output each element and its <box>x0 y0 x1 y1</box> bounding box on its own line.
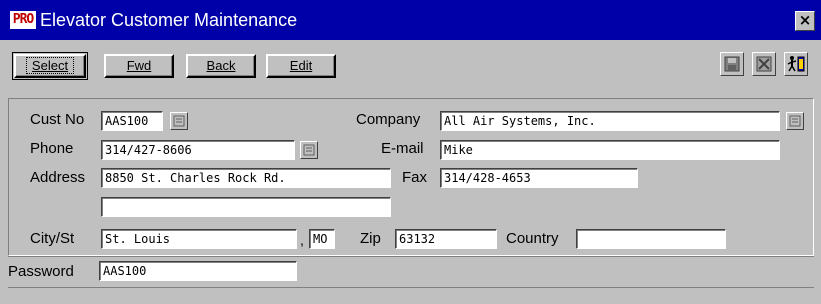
company-field[interactable]: All Air Systems, Inc. <box>440 111 780 131</box>
cust-no-lookup-icon[interactable] <box>170 112 188 130</box>
back-button-label: Back <box>206 58 236 73</box>
phone-field[interactable]: 314/427-8606 <box>101 140 295 160</box>
email-field[interactable]: Mike <box>440 140 780 160</box>
save-icon[interactable] <box>720 52 744 76</box>
select-button[interactable]: Select <box>12 52 88 80</box>
exit-icon[interactable] <box>784 52 808 76</box>
select-button-label: Select <box>31 58 69 73</box>
phone-lookup-icon[interactable] <box>300 141 318 159</box>
password-field[interactable]: AAS100 <box>99 261 297 281</box>
city-st-label: City/St <box>30 230 75 247</box>
edit-button[interactable]: Edit <box>266 54 336 78</box>
city-state-separator: , <box>300 232 304 248</box>
zip-label: Zip <box>360 230 381 247</box>
app-logo-icon: PRO <box>10 11 36 29</box>
password-label: Password <box>8 263 74 280</box>
window-title: Elevator Customer Maintenance <box>40 10 298 30</box>
address-line1-field[interactable]: 8850 St. Charles Rock Rd. <box>101 168 391 188</box>
edit-button-label: Edit <box>289 58 313 73</box>
country-field[interactable] <box>576 229 726 249</box>
email-label: E-mail <box>381 140 424 157</box>
state-field[interactable]: MO <box>309 229 335 249</box>
address-line2-field[interactable] <box>101 197 391 217</box>
cust-no-label: Cust No <box>30 111 85 128</box>
back-button[interactable]: Back <box>186 54 256 78</box>
fwd-button[interactable]: Fwd <box>104 54 174 78</box>
zip-field[interactable]: 63132 <box>395 229 497 249</box>
title-bar: PRO Elevator Customer Maintenance × <box>0 0 821 40</box>
toolbar: Select Fwd Back Edit <box>0 40 821 94</box>
elevator-customer-maintenance-window: PRO Elevator Customer Maintenance × Sele… <box>0 0 821 304</box>
cancel-icon[interactable] <box>752 52 776 76</box>
close-button[interactable]: × <box>795 11 815 31</box>
country-label: Country <box>506 230 559 247</box>
company-label: Company <box>356 111 421 128</box>
address-label: Address <box>30 169 86 186</box>
city-field[interactable]: St. Louis <box>101 229 297 249</box>
fwd-button-label: Fwd <box>126 58 152 73</box>
fax-field[interactable]: 314/428-4653 <box>440 168 638 188</box>
cust-no-field[interactable]: AAS100 <box>101 111 163 131</box>
fax-label: Fax <box>402 169 428 186</box>
phone-label: Phone <box>30 140 74 157</box>
company-lookup-icon[interactable] <box>786 112 804 130</box>
